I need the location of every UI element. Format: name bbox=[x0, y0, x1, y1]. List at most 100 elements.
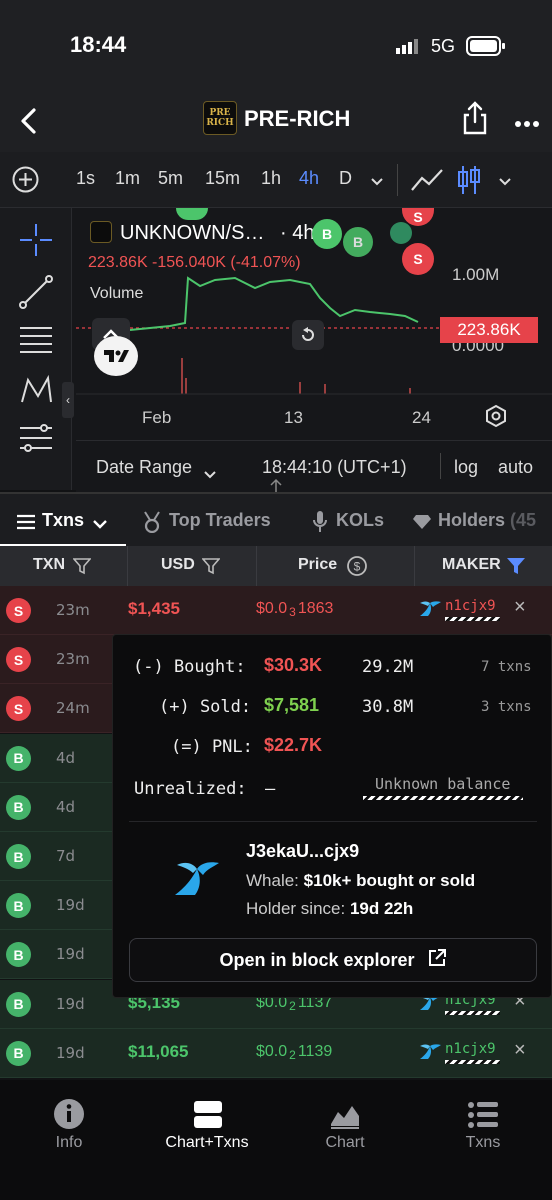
timeframe-1s[interactable]: 1s bbox=[76, 168, 95, 189]
header-usd: USD bbox=[161, 556, 195, 573]
txns-list-icon[interactable] bbox=[467, 1100, 499, 1130]
currency-toggle-icon[interactable]: $ bbox=[346, 555, 368, 577]
axis-high-label: 1.00M bbox=[452, 265, 500, 284]
close-icon[interactable]: × bbox=[514, 1039, 526, 1062]
txn-tabs: Txns Top Traders KOLs Holders (45 bbox=[0, 492, 552, 546]
log-toggle[interactable]: log bbox=[454, 457, 478, 478]
signal-icon bbox=[396, 38, 422, 54]
chart-settings-icon[interactable] bbox=[484, 404, 508, 428]
tab-holders[interactable]: Holders (45 bbox=[438, 510, 536, 531]
candlestick-icon[interactable] bbox=[456, 164, 482, 196]
open-explorer-button[interactable]: Open in block explorer bbox=[129, 938, 537, 982]
trendline-icon[interactable] bbox=[18, 274, 54, 310]
filter-active-icon[interactable] bbox=[506, 557, 526, 575]
table-row[interactable]: S 23m $1,435 $0.0 3 1863 n1cjx9 × bbox=[0, 586, 552, 635]
date-range-button[interactable]: Date Range bbox=[96, 457, 192, 478]
add-indicator-icon[interactable] bbox=[12, 166, 39, 193]
sold-amount: 30.8M bbox=[362, 697, 414, 717]
maker-address: n1cjx9 bbox=[445, 598, 496, 614]
timeframe-1m[interactable]: 1m bbox=[115, 168, 140, 189]
bottom-nav-info[interactable]: Info bbox=[9, 1134, 129, 1152]
txn-age: 19d bbox=[56, 1043, 85, 1062]
maker-cell[interactable]: n1cjx9 bbox=[418, 1041, 502, 1065]
txn-type-badge: S bbox=[6, 647, 31, 673]
txn-type-badge: B bbox=[6, 794, 31, 820]
trade-marker[interactable]: S bbox=[402, 243, 434, 275]
back-icon[interactable] bbox=[16, 106, 40, 136]
chevron-down-icon[interactable] bbox=[92, 516, 108, 534]
tab-top-traders[interactable]: Top Traders bbox=[169, 510, 271, 531]
txn-type-badge: B bbox=[6, 1040, 31, 1066]
pnl-usd: $22.7K bbox=[264, 735, 323, 755]
timeframe-d[interactable]: D bbox=[339, 168, 352, 189]
txn-price: $0.0 2 1139 bbox=[256, 1042, 333, 1062]
trade-marker[interactable]: B bbox=[312, 219, 342, 249]
fib-icon[interactable] bbox=[18, 424, 54, 454]
tab-txns[interactable]: Txns bbox=[42, 510, 84, 531]
bought-txns: 7 txns bbox=[481, 659, 532, 675]
timeframe-15m[interactable]: 15m bbox=[205, 168, 240, 189]
status-bar: 18:44 5G bbox=[0, 0, 552, 90]
maker-stripe bbox=[445, 1059, 500, 1064]
trade-marker[interactable]: B bbox=[343, 227, 373, 257]
divider bbox=[127, 546, 128, 586]
txn-age: 19d bbox=[56, 896, 85, 915]
txn-usd: $11,065 bbox=[128, 1041, 189, 1061]
table-row[interactable]: B 19d $11,065 $0.0 2 1139 n1cjx9 × bbox=[0, 1028, 552, 1078]
auto-toggle[interactable]: auto bbox=[498, 457, 533, 478]
timeframe-4h[interactable]: 4h bbox=[299, 168, 319, 189]
share-icon[interactable] bbox=[460, 100, 490, 136]
last-price-tag: 223.86K bbox=[440, 317, 538, 343]
txn-age: 4d bbox=[56, 797, 76, 816]
timeframe-toolbar: 1s 1m 5m 15m 1h 4h D bbox=[0, 152, 552, 208]
chart-icon[interactable] bbox=[330, 1100, 360, 1130]
nav-bar: PRE RICH PRE-RICH bbox=[0, 90, 552, 152]
chevron-down-icon[interactable] bbox=[204, 463, 216, 484]
timeframe-5m[interactable]: 5m bbox=[158, 168, 183, 189]
chevron-down-icon[interactable] bbox=[498, 174, 512, 186]
external-link-icon bbox=[427, 948, 447, 973]
pnl-label: (=) PNL: bbox=[171, 737, 253, 757]
more-icon[interactable] bbox=[514, 115, 540, 127]
volume-label: Volume bbox=[90, 285, 144, 302]
bought-label: (-) Bought: bbox=[133, 657, 246, 677]
maker-cell[interactable]: n1cjx9 bbox=[418, 598, 502, 622]
chevron-down-icon[interactable] bbox=[370, 174, 384, 186]
filter-icon[interactable] bbox=[201, 557, 221, 575]
x-axis-label: 13 bbox=[284, 408, 303, 427]
timeframe-1h[interactable]: 1h bbox=[261, 168, 281, 189]
trade-marker[interactable] bbox=[390, 222, 412, 244]
tradingview-logo-icon bbox=[94, 336, 138, 376]
bought-usd: $30.3K bbox=[264, 655, 323, 675]
info-icon[interactable] bbox=[53, 1098, 85, 1130]
crosshair-icon[interactable] bbox=[18, 222, 54, 258]
balance-stripe bbox=[363, 796, 523, 800]
close-icon[interactable]: × bbox=[514, 596, 526, 619]
whale-icon bbox=[171, 859, 223, 901]
sold-usd: $7,581 bbox=[264, 695, 320, 715]
txn-type-badge: B bbox=[6, 844, 31, 869]
date-range-bar: Date Range 18:44:10 (UTC+1) log auto bbox=[76, 440, 552, 492]
maker-stripe bbox=[445, 617, 500, 621]
pattern-icon[interactable] bbox=[18, 372, 54, 408]
unknown-balance: Unknown balance bbox=[375, 775, 511, 793]
drawing-tools: ‹ bbox=[0, 208, 74, 490]
line-chart-icon[interactable] bbox=[410, 166, 444, 194]
horizontal-lines-icon[interactable] bbox=[18, 324, 54, 356]
filter-icon[interactable] bbox=[72, 557, 92, 575]
tab-kols[interactable]: KOLs bbox=[336, 510, 384, 531]
holder-line: Holder since: 19d 22h bbox=[246, 899, 414, 918]
reset-chart-icon[interactable] bbox=[292, 320, 324, 350]
bottom-nav-txns[interactable]: Txns bbox=[423, 1134, 543, 1152]
price-line bbox=[129, 276, 419, 331]
unrealized-value: – bbox=[265, 779, 276, 799]
collapse-tools-icon[interactable]: ‹ bbox=[62, 382, 74, 418]
divider bbox=[129, 821, 537, 822]
maker-stripe bbox=[445, 1010, 500, 1015]
txn-type-badge: S bbox=[6, 598, 31, 623]
bottom-nav-chart[interactable]: Chart bbox=[285, 1134, 405, 1152]
bottom-nav-chart-txns[interactable]: Chart+Txns bbox=[147, 1134, 267, 1152]
chart-txns-icon[interactable] bbox=[193, 1100, 223, 1130]
txn-type-badge: S bbox=[6, 696, 31, 722]
txn-age: 23m bbox=[56, 650, 90, 669]
